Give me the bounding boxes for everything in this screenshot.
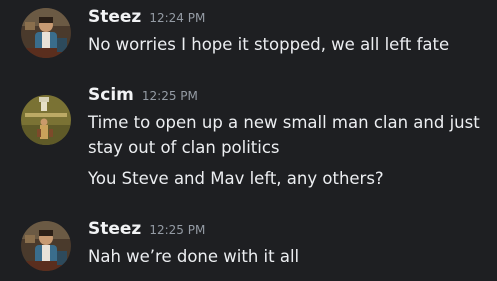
game-character-avatar-icon [21, 95, 71, 145]
timestamp: 12:24 PM [149, 11, 206, 25]
person-photo-avatar-icon [21, 221, 71, 271]
timestamp: 12:25 PM [149, 223, 206, 237]
username[interactable]: Scim [88, 85, 134, 105]
message-text: No worries I hope it stopped, we all lef… [88, 35, 450, 54]
message-text: stay out of clan politics [88, 138, 280, 157]
avatar[interactable] [21, 95, 71, 145]
username[interactable]: Steez [88, 219, 141, 239]
message-text: You Steve and Mav left, any others? [88, 169, 384, 188]
message-header: Steez 12:25 PM [88, 219, 205, 239]
timestamp: 12:25 PM [141, 89, 198, 103]
avatar[interactable] [21, 221, 71, 271]
message-header: Steez 12:24 PM [88, 7, 205, 27]
message-text: Time to open up a new small man clan and… [88, 113, 480, 132]
message-text: Nah we’re done with it all [88, 247, 300, 266]
username[interactable]: Steez [88, 7, 141, 27]
person-photo-avatar-icon [21, 8, 71, 58]
avatar[interactable] [21, 8, 71, 58]
message-header: Scim 12:25 PM [88, 85, 198, 105]
